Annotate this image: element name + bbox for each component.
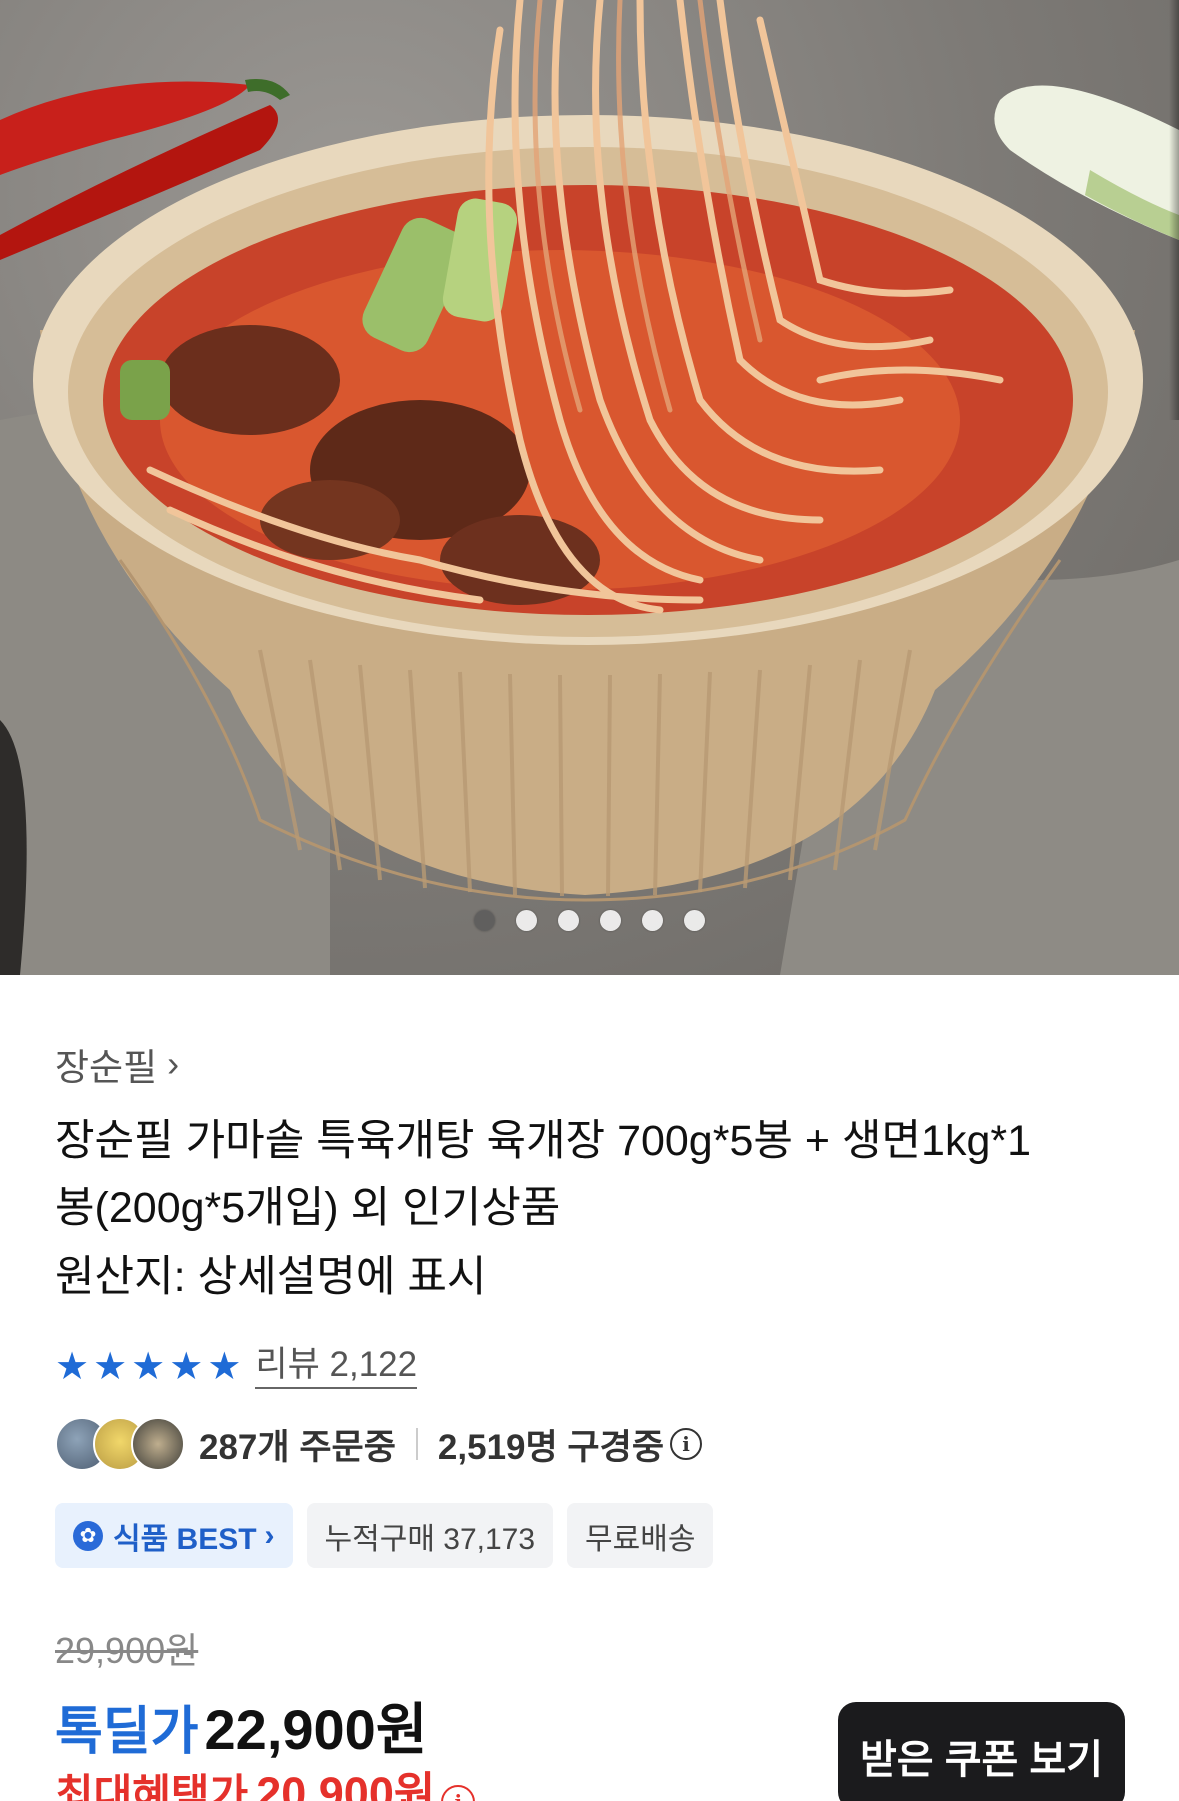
max-benefit-price: 20,900원 [256,1768,436,1801]
buyer-avatars [55,1417,185,1471]
activity-row: 287개 주문중 2,519명 구경중 i [55,1417,703,1471]
cumulative-purchase-badge: 누적구매 37,173 [306,1503,554,1568]
chevron-right-icon: › [167,1043,180,1084]
product-photo [0,0,1179,975]
original-price: 29,900원 [55,1630,199,1671]
info-icon[interactable]: i [441,1785,476,1801]
carousel-dot-3[interactable] [558,910,579,931]
star-icon: ★ [93,1346,128,1388]
carousel-dot-2[interactable] [516,910,537,931]
rating-row: ★ ★ ★ ★ ★ 리뷰 2,122 [55,1345,418,1389]
viewers-count: 2,519명 구경중 [437,1427,665,1467]
star-icon: ★ [55,1346,90,1388]
brand-name: 장순필 [55,1047,158,1088]
free-shipping-badge: 무료배송 [567,1503,714,1568]
deal-price-row: 톡딜가 22,900원 [55,1685,427,1766]
max-benefit-label: 최대혜택가 [55,1771,249,1801]
food-best-badge[interactable]: ✿ 식품 BEST › [55,1503,293,1568]
product-image-carousel[interactable] [0,0,1179,975]
divider [415,1428,418,1460]
carousel-dot-1[interactable] [474,910,495,931]
product-title: 장순필 가마솥 특육개탕 육개장 700g*5봉 + 생면1kg*1봉(200g… [55,1117,1032,1232]
product-origin: 원산지: 상세설명에 표시 [55,1253,487,1301]
scrollbar-edge [1169,0,1179,420]
deal-price: 22,900원 [204,1698,428,1761]
star-icon: ★ [131,1346,166,1388]
badge-star-icon: ✿ [73,1520,103,1551]
carousel-dot-5[interactable] [642,910,663,931]
deal-price-label: 톡딜가 [55,1703,199,1761]
brand-link[interactable]: 장순필 › [55,1037,179,1091]
carousel-dot-4[interactable] [600,910,621,931]
badge-row: ✿ 식품 BEST › 누적구매 37,173 무료배송 [55,1503,714,1568]
star-icon: ★ [207,1346,242,1388]
chevron-right-icon: › [264,1518,275,1552]
max-benefit-row: 최대혜택가 20,900원 i [55,1757,476,1801]
review-count-link[interactable]: 리뷰 2,122 [255,1345,418,1389]
orders-count: 287개 주문중 [199,1427,396,1467]
view-coupons-button[interactable]: 받은 쿠폰 보기 [838,1702,1125,1801]
best-badge-label: 식품 BEST [113,1522,257,1556]
carousel-indicator[interactable] [0,910,1179,931]
info-icon[interactable]: i [670,1428,703,1460]
avatar [131,1417,185,1471]
carousel-dot-6[interactable] [684,910,705,931]
star-rating: ★ ★ ★ ★ ★ [55,1347,241,1387]
star-icon: ★ [169,1346,204,1388]
